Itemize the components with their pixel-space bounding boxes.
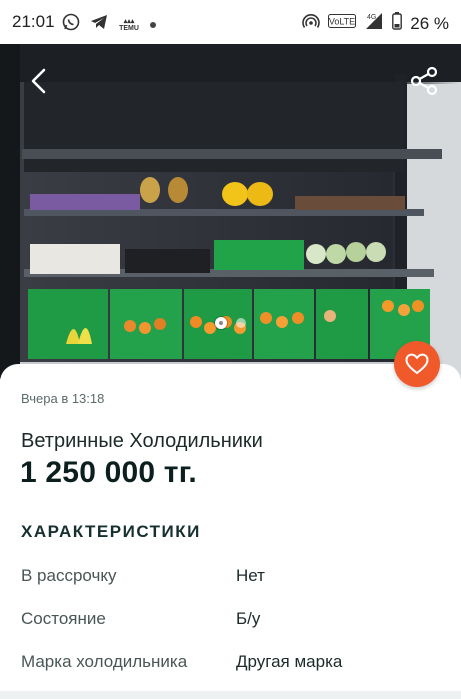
product-photo[interactable] xyxy=(0,44,461,379)
spec-value: Другая марка xyxy=(236,652,343,671)
carousel-dot-active[interactable] xyxy=(215,317,227,329)
post-date: Вчера в 13:18 xyxy=(21,391,105,406)
favorite-button[interactable] xyxy=(394,341,440,387)
listing-title: Ветринные Холодильники xyxy=(21,430,263,452)
spec-value: Б/у xyxy=(236,609,261,628)
share-icon xyxy=(410,66,438,96)
spec-value: Нет xyxy=(236,566,265,585)
hotspot-icon xyxy=(302,13,321,34)
volte-icon: VoLTE xyxy=(328,14,357,33)
spec-row-installment: В рассрочку Нет xyxy=(0,566,461,590)
signal-4g-icon: 4G xyxy=(364,12,384,35)
status-time: 21:01 xyxy=(12,12,55,31)
spec-label: Марка холодильника xyxy=(21,652,188,671)
battery-icon xyxy=(392,12,403,35)
temu-icon: ▴▴▴ TEMU xyxy=(119,17,139,32)
spec-row-condition: Состояние Б/у xyxy=(0,609,461,633)
heart-icon xyxy=(405,353,429,375)
spec-label: Состояние xyxy=(21,609,106,628)
battery-percent: 26 % xyxy=(410,13,449,33)
specs-heading: ХАРАКТЕРИСТИКИ xyxy=(21,522,201,541)
spec-row-brand: Марка холодильника Другая марка xyxy=(0,652,461,676)
svg-text:VoLTE: VoLTE xyxy=(329,17,355,27)
status-bar: 21:01 ▴▴▴ TEMU VoLTE 4G 26 % xyxy=(0,0,461,44)
back-button[interactable] xyxy=(22,64,56,98)
carousel-dots xyxy=(0,317,461,329)
whatsapp-icon xyxy=(62,13,80,36)
notification-icons: ▴▴▴ TEMU xyxy=(62,13,156,36)
share-button[interactable] xyxy=(407,64,441,98)
bottom-divider xyxy=(0,691,461,699)
listing-price: 1 250 000 тг. xyxy=(20,456,197,489)
telegram-icon xyxy=(90,14,108,35)
chevron-left-icon xyxy=(31,68,46,94)
system-icons: VoLTE 4G 26 % xyxy=(302,12,449,35)
spec-label: В рассрочку xyxy=(21,566,117,585)
notification-dot-icon xyxy=(150,21,156,28)
carousel-dot[interactable] xyxy=(236,318,246,328)
svg-text:4G: 4G xyxy=(367,14,376,21)
